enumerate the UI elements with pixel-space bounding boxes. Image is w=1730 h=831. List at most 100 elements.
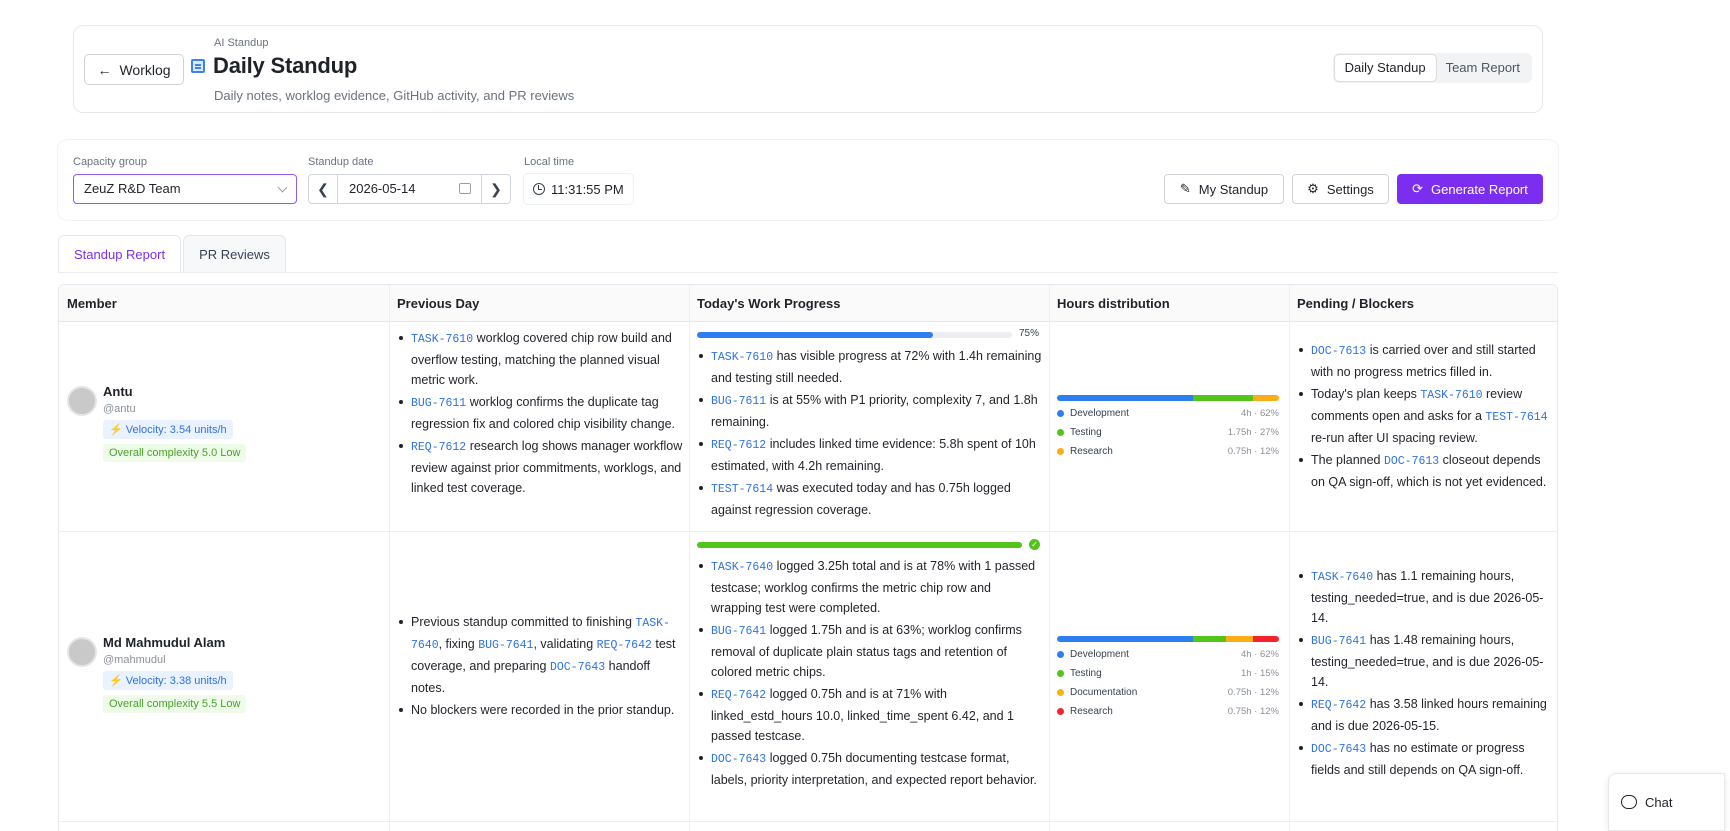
- ticket-link[interactable]: BUG-7641: [711, 625, 766, 638]
- ticket-link[interactable]: DOC-7643: [711, 753, 766, 766]
- capacity-group-select[interactable]: ZeuZ R&D Team: [73, 174, 297, 204]
- list-item: TASK-7610 has visible progress at 72% wi…: [697, 346, 1042, 388]
- chat-launcher-button[interactable]: Chat: [1608, 773, 1725, 831]
- document-icon: [191, 59, 205, 73]
- list-item: BUG-7611 worklog confirms the duplicate …: [397, 392, 683, 434]
- ticket-link[interactable]: DOC-7613: [1311, 345, 1366, 358]
- capacity-group-label: Capacity group: [73, 156, 147, 168]
- tab-pr-reviews[interactable]: PR Reviews: [183, 235, 286, 273]
- next-date-button[interactable]: ❯: [481, 175, 510, 203]
- list-item: DOC-7643 logged 0.75h documenting testca…: [697, 748, 1042, 790]
- ticket-link[interactable]: BUG-7611: [411, 397, 466, 410]
- generate-report-button[interactable]: ⟳ Generate Report: [1397, 174, 1543, 204]
- chevron-down-icon: [277, 182, 288, 193]
- legend-row: Research 0.75h · 12%: [1057, 442, 1279, 461]
- ticket-link[interactable]: TASK-7610: [411, 333, 473, 346]
- pending-list: DOC-7613 is carried over and still start…: [1297, 340, 1555, 492]
- local-time-label: Local time: [524, 156, 575, 168]
- legend-dot: [1057, 448, 1064, 455]
- list-item: BUG-7641 has 1.48 remaining hours, testi…: [1297, 630, 1555, 692]
- page-eyebrow: AI Standup: [214, 37, 269, 49]
- legend-row: Development 4h · 62%: [1057, 404, 1279, 423]
- previous-date-button[interactable]: ❮: [309, 175, 338, 203]
- refresh-icon: ⟳: [1412, 181, 1424, 196]
- view-team-report[interactable]: Team Report: [1436, 55, 1530, 81]
- gear-icon: ⚙: [1307, 181, 1319, 196]
- legend-label: Development: [1070, 408, 1129, 419]
- legend-value: 0.75h · 12%: [1227, 446, 1279, 457]
- list-item: Previous standup committed to finishing …: [397, 612, 683, 698]
- ticket-link[interactable]: REQ-7642: [1311, 699, 1366, 712]
- ticket-link[interactable]: REQ-7612: [711, 439, 766, 452]
- list-item: REQ-7612 includes linked time evidence: …: [697, 434, 1042, 476]
- legend-value: 4h · 62%: [1240, 408, 1279, 419]
- chevron-right-icon: ❯: [490, 180, 502, 197]
- back-to-worklog-button[interactable]: ← Worklog: [84, 54, 184, 85]
- page-title: Daily Standup: [213, 53, 358, 78]
- ticket-link[interactable]: REQ-7642: [711, 689, 766, 702]
- previous-day-cell: Previous standup committed to finishing …: [397, 612, 683, 821]
- list-item: DOC-7613 is carried over and still start…: [1297, 340, 1555, 382]
- legend-row: Testing 1h · 15%: [1057, 664, 1279, 683]
- ticket-link[interactable]: REQ-7642: [597, 639, 652, 652]
- ticket-link[interactable]: TEST-7614: [711, 483, 773, 496]
- list-item: TASK-7640 logged 3.25h total and is at 7…: [697, 556, 1042, 618]
- progress-bar: [697, 542, 1022, 548]
- column-header-pending: Pending / Blockers: [1297, 296, 1415, 311]
- list-item: REQ-7642 logged 0.75h and is at 71% with…: [697, 684, 1042, 746]
- ticket-link[interactable]: DOC-7643: [550, 661, 605, 674]
- list-item: BUG-7641 logged 1.75h and is at 63%; wor…: [697, 620, 1042, 682]
- column-header-today: Today's Work Progress: [697, 296, 841, 311]
- tab-standup-report[interactable]: Standup Report: [58, 235, 182, 273]
- legend-dot: [1057, 651, 1064, 658]
- ticket-link[interactable]: TASK-7640: [711, 561, 773, 574]
- standup-date-value: 2026-05-14: [349, 181, 416, 196]
- calendar-icon: [459, 183, 471, 194]
- list-item: TASK-7610 worklog covered chip row build…: [397, 328, 683, 390]
- legend-value: 0.75h · 12%: [1227, 706, 1279, 717]
- my-standup-label: My Standup: [1198, 181, 1269, 197]
- ticket-link[interactable]: BUG-7641: [1311, 635, 1366, 648]
- arrow-left-icon: ←: [97, 61, 112, 78]
- ticket-link[interactable]: DOC-7613: [1384, 455, 1439, 468]
- pending-cell: DOC-7613 is carried over and still start…: [1297, 340, 1555, 531]
- legend-label: Research: [1070, 706, 1113, 717]
- member-name: Md Mahmudul Alam: [103, 635, 226, 650]
- back-button-label: Worklog: [119, 61, 171, 78]
- ticket-link[interactable]: TASK-7640: [1311, 571, 1373, 584]
- settings-button[interactable]: ⚙ Settings: [1292, 174, 1389, 204]
- ticket-link[interactable]: BUG-7641: [478, 639, 533, 652]
- member-cell: Antu @antu ⚡ Velocity: 3.54 units/h Over…: [67, 382, 247, 462]
- pending-cell: TASK-7640 has 1.1 remaining hours, testi…: [1297, 566, 1555, 821]
- velocity-badge: ⚡ Velocity: 3.38 units/h: [103, 671, 233, 690]
- edit-icon: ✎: [1179, 181, 1191, 196]
- legend-label: Testing: [1070, 427, 1102, 438]
- chat-label: Chat: [1645, 794, 1673, 810]
- progress-fill: [697, 542, 1022, 548]
- ticket-link[interactable]: TASK-7610: [711, 351, 773, 364]
- legend-row: Development 4h · 62%: [1057, 645, 1279, 664]
- ticket-link[interactable]: TEST-7614: [1485, 411, 1547, 424]
- ticket-link[interactable]: BUG-7611: [711, 395, 766, 408]
- progress-fill: [697, 332, 934, 338]
- hours-legend: Development 4h · 62% Testing 1h · 15% Docume…: [1057, 645, 1279, 721]
- standup-date-input[interactable]: 2026-05-14: [338, 175, 481, 203]
- legend-row: Documentation 0.75h · 12%: [1057, 683, 1279, 702]
- member-handle: @antu: [103, 403, 136, 415]
- hours-segment: [1193, 395, 1253, 401]
- hours-distribution-cell: Development 4h · 62% Testing 1h · 15% Docume…: [1057, 532, 1287, 821]
- previous-day-list: Previous standup committed to finishing …: [397, 612, 683, 720]
- column-header-hours: Hours distribution: [1057, 296, 1170, 311]
- my-standup-button[interactable]: ✎ My Standup: [1164, 174, 1284, 204]
- legend-value: 1h · 15%: [1240, 668, 1279, 679]
- ticket-link[interactable]: TASK-7610: [1420, 389, 1482, 402]
- capacity-group-value: ZeuZ R&D Team: [84, 181, 181, 196]
- ticket-link[interactable]: REQ-7612: [411, 441, 466, 454]
- legend-label: Research: [1070, 446, 1113, 457]
- local-time-display: 11:31:55 PM: [524, 174, 633, 204]
- tab-divider: [58, 272, 1558, 273]
- pending-list: TASK-7640 has 1.1 remaining hours, testi…: [1297, 566, 1555, 780]
- view-daily-standup[interactable]: Daily Standup: [1334, 55, 1436, 81]
- ticket-link[interactable]: DOC-7643: [1311, 743, 1366, 756]
- velocity-badge: ⚡ Velocity: 3.54 units/h: [103, 420, 233, 439]
